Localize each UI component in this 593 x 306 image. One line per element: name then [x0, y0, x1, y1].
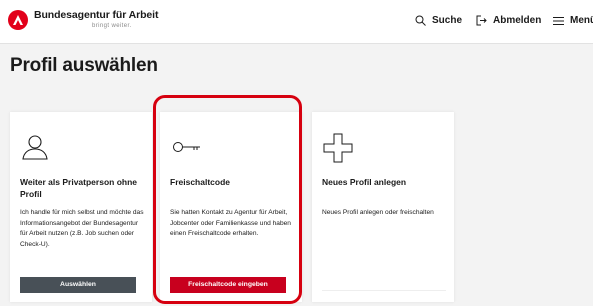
person-icon [20, 132, 50, 167]
ba-logo-icon [8, 10, 28, 30]
enter-code-button[interactable]: Freischaltcode eingeben [170, 277, 286, 293]
card-text: Neues Profil anlegen oder freischalten [322, 209, 434, 216]
card-title: Weiter als Privatperson ohne Profil [20, 177, 137, 199]
site-header: Bundesagentur für Arbeit bringt weiter. … [0, 0, 593, 44]
card-title: Freischaltcode [170, 177, 230, 187]
logout-icon [476, 15, 487, 26]
search-label: Suche [432, 15, 463, 26]
search-button[interactable]: Suche [415, 15, 462, 26]
logo-claim: bringt weiter. [92, 22, 132, 29]
card-private-person: Weiter als Privatperson ohne Profil Ich … [10, 112, 152, 302]
logo-name: Bundesagentur für Arbeit [34, 9, 159, 21]
menu-button[interactable]: Menü [553, 15, 593, 26]
logo-text: Bundesagentur für Arbeit bringt weiter. [34, 10, 158, 29]
card-text: Sie hatten Kontakt zu Agentur für Arbeit… [170, 209, 291, 238]
menu-label: Menü [570, 15, 593, 26]
ba-logo[interactable]: Bundesagentur für Arbeit bringt weiter. [8, 10, 158, 30]
hamburger-icon [553, 16, 564, 25]
key-icon [170, 132, 204, 167]
plus-icon [322, 132, 354, 169]
card-title: Neues Profil anlegen [322, 177, 407, 187]
search-icon [415, 15, 426, 26]
logout-button[interactable]: Abmelden [476, 15, 541, 26]
logout-label: Abmelden [493, 15, 542, 26]
card-text: Ich handle für mich selbst und möchte da… [20, 209, 144, 248]
select-button[interactable]: Auswählen [20, 277, 136, 293]
page-title: Profil auswählen [10, 55, 158, 76]
card-unlock-code: Freischaltcode Sie hatten Kontakt zu Age… [160, 112, 302, 302]
divider [322, 290, 446, 291]
card-new-profile[interactable]: Neues Profil anlegen Neues Profil anlege… [312, 112, 454, 302]
